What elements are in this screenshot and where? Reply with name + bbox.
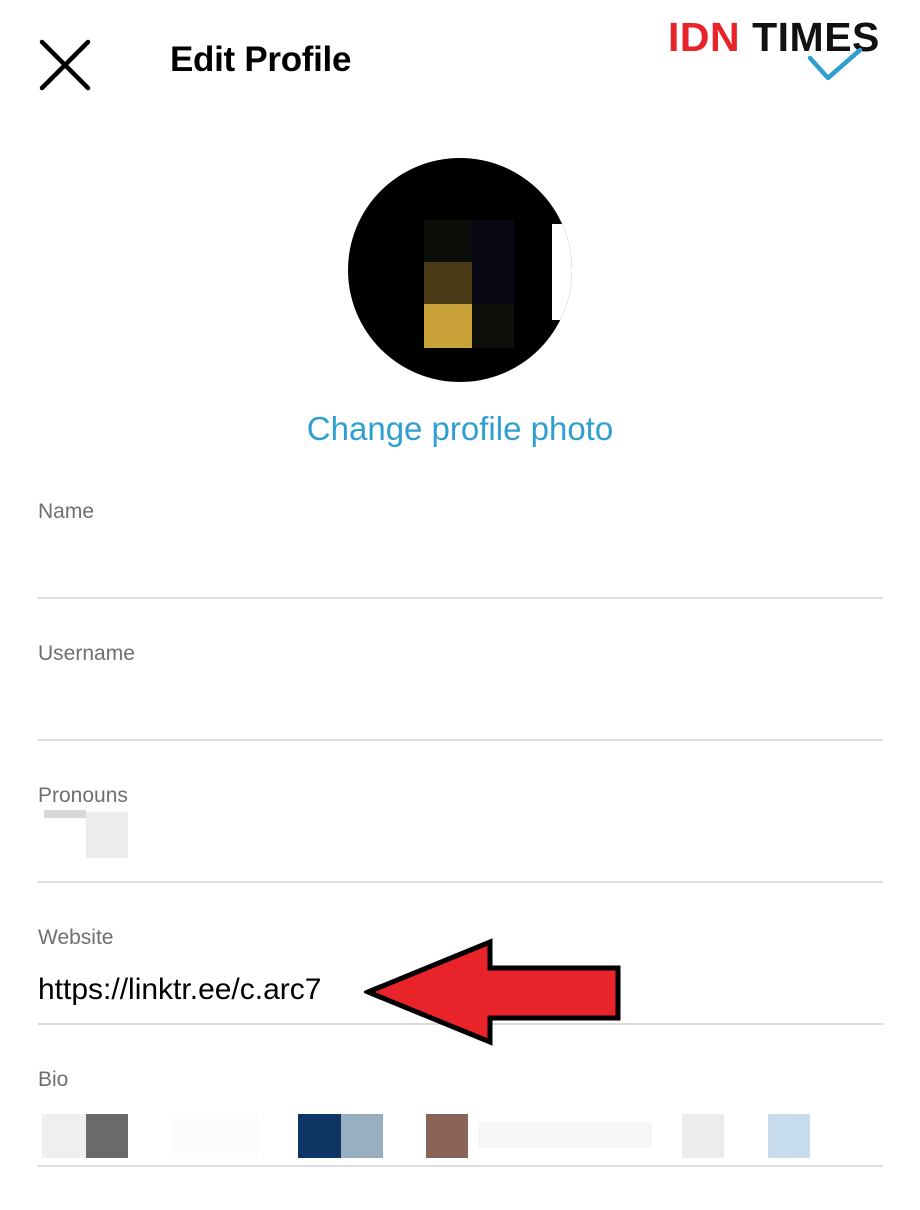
red-arrow-annotation xyxy=(364,938,621,1046)
field-divider xyxy=(38,1165,883,1167)
pronouns-field: Pronouns xyxy=(38,784,883,926)
bio-field: Bio xyxy=(38,1068,883,1210)
username-input[interactable] xyxy=(38,680,883,740)
avatar-pixel xyxy=(472,304,514,348)
avatar-pixel xyxy=(424,220,472,262)
page-title: Edit Profile xyxy=(170,40,352,79)
blurred-content xyxy=(768,1114,810,1158)
close-icon xyxy=(39,39,91,91)
field-divider xyxy=(38,597,883,599)
checkmark-icon xyxy=(807,47,863,81)
blurred-content xyxy=(682,1114,724,1158)
name-field: Name xyxy=(38,500,883,642)
field-divider xyxy=(38,881,883,883)
avatar-pixel xyxy=(424,304,472,348)
change-profile-photo-link[interactable]: Change profile photo xyxy=(0,410,920,448)
name-label: Name xyxy=(38,500,95,523)
username-label: Username xyxy=(38,642,135,665)
username-field: Username xyxy=(38,642,883,784)
field-divider xyxy=(38,739,883,741)
blurred-content xyxy=(478,1122,652,1148)
close-button[interactable] xyxy=(38,38,94,94)
blurred-content xyxy=(170,1114,258,1158)
avatar-pixel xyxy=(472,220,514,304)
pronouns-input[interactable] xyxy=(38,822,883,882)
bio-label: Bio xyxy=(38,1068,69,1091)
watermark-brand: IDN xyxy=(668,14,741,60)
confirm-button[interactable] xyxy=(806,46,864,86)
blurred-content xyxy=(44,810,86,818)
avatar-pixel xyxy=(424,262,472,304)
profile-avatar[interactable] xyxy=(348,158,572,382)
blurred-content xyxy=(298,1114,341,1158)
blurred-content xyxy=(341,1114,383,1158)
name-input[interactable] xyxy=(38,538,883,598)
blurred-content xyxy=(426,1114,468,1158)
website-label: Website xyxy=(38,926,114,949)
avatar-pixel xyxy=(552,224,572,320)
blurred-content xyxy=(42,1114,86,1158)
pronouns-label: Pronouns xyxy=(38,784,128,807)
blurred-content xyxy=(86,1114,128,1158)
blurred-content xyxy=(86,812,128,858)
